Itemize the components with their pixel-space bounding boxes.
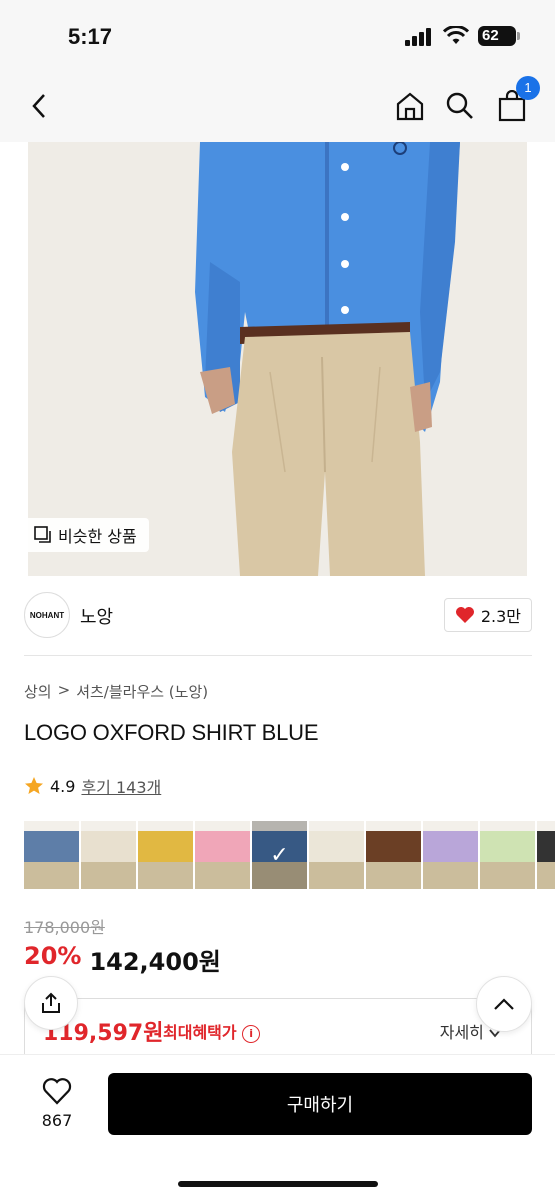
info-icon[interactable]: i (242, 1024, 261, 1043)
wifi-icon (443, 26, 469, 44)
heart-outline-icon (42, 1078, 72, 1105)
heart-filled-icon (455, 607, 474, 623)
price-row: 20% 142,400원 (24, 942, 221, 977)
similar-products-button[interactable]: 비슷한 상품 (22, 518, 149, 552)
color-thumbnail[interactable] (24, 821, 79, 889)
rating-value: 4.9 (50, 776, 76, 796)
product-photo (0, 142, 555, 576)
top-nav: 1 (0, 70, 555, 142)
benefit-label: 최대혜택가 i (163, 1019, 261, 1043)
color-thumbnail[interactable] (138, 821, 193, 889)
color-thumbnail[interactable] (81, 821, 136, 889)
color-thumbnail[interactable] (309, 821, 364, 889)
chevron-left-icon (32, 94, 45, 118)
original-price: 178,000원 (24, 918, 105, 937)
breadcrumb-item-shirts[interactable]: 셔츠/블라우스 (노앙) (76, 681, 208, 702)
brand-row: NOHANT 노앙 2.3만 (24, 592, 532, 638)
color-thumbnail[interactable] (366, 821, 421, 889)
max-benefit-box[interactable]: 119,597원 최대혜택가 i 자세히 (24, 998, 532, 1062)
product-title: LOGO OXFORD SHIRT BLUE (24, 720, 319, 745)
home-icon (396, 92, 424, 121)
product-image[interactable]: 비슷한 상품 (0, 142, 555, 576)
share-icon (42, 992, 60, 1013)
brand-name[interactable]: 노앙 (80, 603, 113, 629)
signal-icon (405, 28, 431, 46)
color-thumbnail[interactable] (480, 821, 535, 889)
sale-price: 142,400원 (89, 948, 221, 976)
similar-products-label: 비슷한 상품 (58, 527, 137, 546)
copy-icon (34, 526, 51, 543)
home-indicator (178, 1181, 378, 1187)
discount-rate: 20% (24, 942, 82, 970)
home-button[interactable] (390, 86, 430, 126)
cart-button[interactable]: 1 (492, 76, 540, 126)
brand-like-button[interactable]: 2.3만 (443, 598, 532, 632)
search-icon (446, 92, 473, 119)
color-thumbnail[interactable] (195, 821, 250, 889)
share-button[interactable] (24, 976, 78, 1030)
reviews-link[interactable]: 후기 143개 (81, 774, 161, 798)
status-bar: 5:17 62 (0, 0, 555, 70)
breadcrumb-separator: > (57, 681, 71, 699)
wishlist-button[interactable]: 867 (34, 1077, 80, 1130)
color-thumbnail-strip (24, 821, 555, 889)
breadcrumb: 상의 > 셔츠/블라우스 (노앙) (24, 681, 208, 702)
back-button[interactable] (20, 86, 60, 126)
divider (24, 655, 532, 656)
cart-badge: 1 (516, 76, 540, 100)
color-thumbnail[interactable] (423, 821, 478, 889)
breadcrumb-item-top[interactable]: 상의 (24, 681, 52, 702)
color-thumbnail[interactable] (252, 821, 307, 889)
scroll-top-button[interactable] (476, 976, 532, 1032)
wishlist-count: 867 (41, 1111, 73, 1130)
battery-indicator: 62 (478, 26, 520, 46)
search-button[interactable] (440, 86, 480, 126)
buy-button[interactable]: 구매하기 (108, 1073, 532, 1135)
star-icon (25, 777, 43, 794)
bottom-action-bar: 867 구매하기 (0, 1054, 555, 1200)
color-thumbnail[interactable] (537, 821, 555, 889)
status-time: 5:17 (68, 24, 113, 49)
brand-logo[interactable]: NOHANT (24, 592, 70, 638)
brand-like-count: 2.3만 (480, 607, 521, 626)
rating-row: 4.9 후기 143개 (24, 774, 161, 798)
chevron-up-icon (494, 998, 514, 1010)
